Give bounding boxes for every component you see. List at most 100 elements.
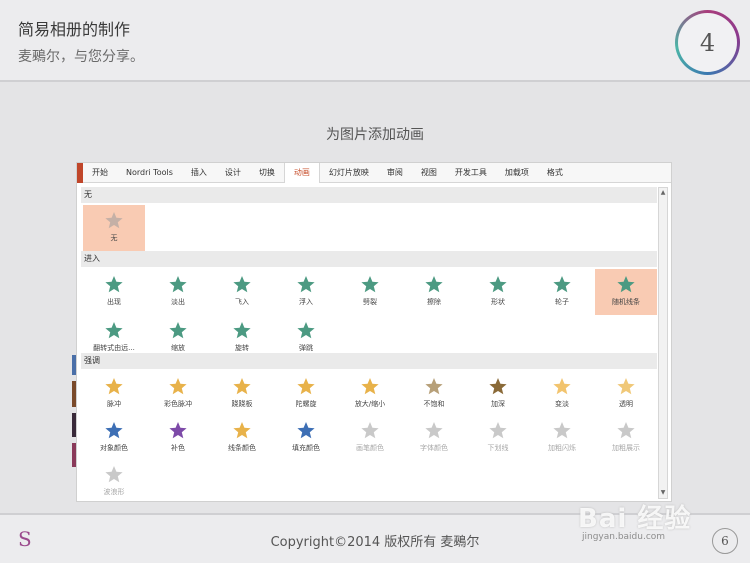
star-icon xyxy=(211,376,273,398)
effect-label: 补色 xyxy=(171,444,185,452)
star-icon xyxy=(595,376,657,398)
animation-effect[interactable]: 透明 xyxy=(595,371,657,417)
effect-label: 无 xyxy=(110,234,118,242)
effect-label: 缩放 xyxy=(171,344,185,352)
ribbon-tab[interactable]: 视图 xyxy=(412,163,446,183)
animation-effect[interactable]: 劈裂 xyxy=(339,269,401,315)
baidu-watermark: Bai 经验 jingyan.baidu.com xyxy=(578,488,708,560)
star-icon xyxy=(531,376,593,398)
animation-effect[interactable]: 形状 xyxy=(467,269,529,315)
animation-effect[interactable]: 擦除 xyxy=(403,269,465,315)
effect-label: 飞入 xyxy=(235,298,249,306)
watermark-url: jingyan.baidu.com xyxy=(582,532,666,542)
star-icon xyxy=(147,320,209,342)
star-icon xyxy=(595,274,657,296)
effect-label: 加粗闪烁 xyxy=(548,444,576,452)
animation-effect[interactable]: 补色 xyxy=(147,415,209,461)
gallery-section-header: 无 xyxy=(81,187,657,203)
animation-gallery: 无无进入 出现 淡出 飞入 浮入 劈裂 擦除 形状 轮子 随机线条 翻转式由远... 缩放 旋转 弹跳 强调… xyxy=(81,187,657,501)
animation-effect[interactable]: 波浪形 xyxy=(83,459,145,501)
effect-label: 跷跷板 xyxy=(231,400,253,408)
animation-effect[interactable]: 字体颜色 xyxy=(403,415,465,461)
star-icon xyxy=(147,420,209,442)
star-icon xyxy=(83,464,145,486)
animation-effect[interactable]: 陀螺旋 xyxy=(275,371,337,417)
ribbon-tab[interactable]: 动画 xyxy=(283,163,320,183)
effect-label: 波浪形 xyxy=(103,488,125,496)
effect-label: 加粗展示 xyxy=(612,444,640,452)
animation-effect[interactable]: 加深 xyxy=(467,371,529,417)
star-icon xyxy=(467,274,529,296)
animation-effect[interactable]: 淡出 xyxy=(147,269,209,315)
ribbon-tab[interactable]: 审阅 xyxy=(378,163,412,183)
animation-effect[interactable]: 浮入 xyxy=(275,269,337,315)
effect-label: 脉冲 xyxy=(107,400,121,408)
animation-effect[interactable]: 下划线 xyxy=(467,415,529,461)
page-number: 6 xyxy=(712,528,738,554)
animation-effect[interactable]: 出现 xyxy=(83,269,145,315)
animation-effect[interactable]: 不饱和 xyxy=(403,371,465,417)
ribbon-tab[interactable]: 切换 xyxy=(250,163,284,183)
animation-effect[interactable]: 脉冲 xyxy=(83,371,145,417)
effect-label: 轮子 xyxy=(555,298,569,306)
effect-label: 浮入 xyxy=(299,298,313,306)
effect-label: 不饱和 xyxy=(423,400,445,408)
star-icon xyxy=(83,376,145,398)
star-icon xyxy=(211,420,273,442)
animation-effect[interactable]: 跷跷板 xyxy=(211,371,273,417)
animation-effect[interactable]: 变淡 xyxy=(531,371,593,417)
effect-label: 弹跳 xyxy=(299,344,313,352)
gallery-scrollbar[interactable]: ▲ ▼ xyxy=(658,187,668,499)
star-icon xyxy=(339,420,401,442)
effect-label: 擦除 xyxy=(427,298,441,306)
watermark-text: Bai 经验 xyxy=(578,504,692,534)
ribbon-tabs: 开始 Nordri Tools 插入 设计 切换 动画 幻灯片放映 审阅 视图 开发工具 加载项 格式 xyxy=(77,163,671,183)
star-icon xyxy=(531,274,593,296)
effect-label: 填充颜色 xyxy=(292,444,320,452)
effect-label: 画笔颜色 xyxy=(356,444,384,452)
star-icon xyxy=(275,274,337,296)
ribbon-tab[interactable]: 幻灯片放映 xyxy=(320,163,378,183)
animation-effect[interactable]: 加粗展示 xyxy=(595,415,657,461)
star-icon xyxy=(211,274,273,296)
effect-label: 变淡 xyxy=(555,400,569,408)
slide-title: 简易相册的制作 xyxy=(18,20,131,39)
ribbon-tab[interactable]: 开始 xyxy=(83,163,117,183)
animation-effect[interactable]: 飞入 xyxy=(211,269,273,315)
animation-effect[interactable]: 对象颜色 xyxy=(83,415,145,461)
animation-effect[interactable]: 彩色脉冲 xyxy=(147,371,209,417)
effect-label: 旋转 xyxy=(235,344,249,352)
animation-effect[interactable]: 加粗闪烁 xyxy=(531,415,593,461)
star-icon xyxy=(595,420,657,442)
animation-effect[interactable]: 轮子 xyxy=(531,269,593,315)
star-icon xyxy=(83,420,145,442)
star-icon xyxy=(467,376,529,398)
ribbon-tab[interactable]: 加载项 xyxy=(496,163,538,183)
scroll-up-arrow-icon[interactable]: ▲ xyxy=(659,188,667,198)
animation-effect[interactable]: 线条颜色 xyxy=(211,415,273,461)
animation-effect[interactable]: 填充颜色 xyxy=(275,415,337,461)
effect-label: 透明 xyxy=(619,400,633,408)
star-icon xyxy=(403,376,465,398)
chapter-badge: 4 xyxy=(675,10,740,75)
star-icon xyxy=(403,274,465,296)
ribbon-tab[interactable]: 插入 xyxy=(182,163,216,183)
ribbon-tab[interactable]: Nordri Tools xyxy=(117,163,182,183)
star-icon xyxy=(467,420,529,442)
slide-header: 简易相册的制作 麦鵐尔，与您分享。 4 xyxy=(0,0,750,82)
animation-effect[interactable]: 随机线条 xyxy=(595,269,657,315)
effect-label: 出现 xyxy=(107,298,121,306)
star-icon xyxy=(147,376,209,398)
animation-effect[interactable]: 无 xyxy=(83,205,145,251)
animation-effect[interactable]: 画笔颜色 xyxy=(339,415,401,461)
star-icon xyxy=(83,274,145,296)
animation-effect[interactable]: 放大/缩小 xyxy=(339,371,401,417)
star-icon xyxy=(275,376,337,398)
ribbon-tab[interactable]: 设计 xyxy=(216,163,250,183)
ribbon-tab[interactable]: 开发工具 xyxy=(446,163,496,183)
effect-label: 陀螺旋 xyxy=(295,400,317,408)
star-icon xyxy=(275,420,337,442)
effect-label: 劈裂 xyxy=(363,298,377,306)
ribbon-tab[interactable]: 格式 xyxy=(538,163,572,183)
star-icon xyxy=(275,320,337,342)
